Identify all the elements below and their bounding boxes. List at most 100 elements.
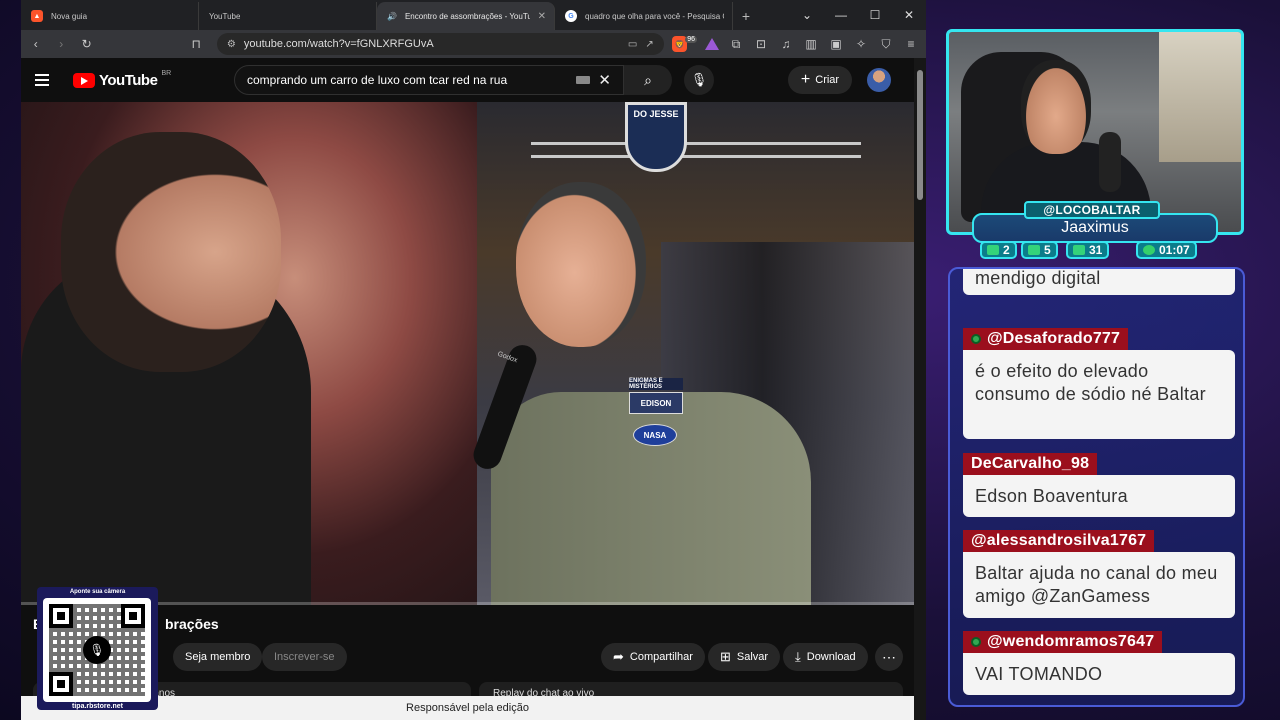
qr-microphone-icon: 🎙 bbox=[83, 636, 111, 664]
tab-active-video[interactable]: ▶ 🔊 Encontro de assombrações - YouTube ✕ bbox=[377, 2, 555, 72]
speaker-icon[interactable]: 🔊 bbox=[387, 12, 397, 21]
tab-new-tab[interactable]: ▲ Nova guia bbox=[21, 2, 199, 30]
tab-google-search[interactable]: G quadro que olha para você - Pesquisa G… bbox=[555, 2, 733, 30]
screenshot-icon[interactable]: ⊡ bbox=[752, 35, 770, 53]
qr-code: 🎙 bbox=[43, 598, 151, 702]
keyboard-icon[interactable] bbox=[576, 76, 591, 84]
extensions-icon[interactable]: ⧉ bbox=[727, 35, 745, 53]
stat-twitch: 31 bbox=[1066, 241, 1110, 259]
chat-icon bbox=[987, 245, 999, 255]
page-scrollbar[interactable] bbox=[914, 58, 926, 720]
country-code: BR bbox=[161, 69, 172, 77]
minimize-icon[interactable]: — bbox=[824, 0, 858, 30]
sidebar-icon[interactable]: ▥ bbox=[802, 35, 820, 53]
share-icon[interactable]: ↗ bbox=[645, 39, 653, 50]
forward-icon[interactable]: › bbox=[52, 35, 69, 53]
create-label: Criar bbox=[815, 74, 840, 86]
bookmark-icon[interactable]: ⊓ bbox=[187, 35, 204, 53]
microphone-icon: 🎙 bbox=[690, 72, 708, 87]
hamburger-menu-icon[interactable] bbox=[35, 74, 55, 86]
cam-microphone bbox=[1099, 132, 1121, 192]
video-interviewee-head bbox=[516, 182, 646, 347]
wallet-icon[interactable]: ▣ bbox=[827, 35, 845, 53]
save-button[interactable]: ⊞ Salvar bbox=[708, 643, 781, 671]
search-query: comprando um carro de luxo com tcar red … bbox=[247, 73, 508, 87]
video-patch-enigmas: ENIGMAS E MISTÉRIOS bbox=[629, 378, 683, 390]
menu-icon[interactable]: ≡ bbox=[902, 35, 920, 53]
qr-caption-bottom: tipa.rbstore.net bbox=[72, 703, 123, 710]
username-text: DeCarvalho_98 bbox=[971, 455, 1090, 472]
maximize-icon[interactable]: ☐ bbox=[858, 0, 892, 30]
address-bar[interactable]: ⚙ youtube.com/watch?v=fGNLXRFGUvA ▭ ↗ bbox=[216, 33, 664, 55]
video-player[interactable]: DO JESSE ENIGMAS E MISTÉRIOS EDISON NASA… bbox=[21, 102, 914, 605]
site-settings-icon[interactable]: ⚙ bbox=[227, 39, 236, 50]
youtube-logo[interactable]: YouTube BR bbox=[73, 69, 172, 89]
chat-message: @wendomramos7647 VAI TOMANDO bbox=[963, 631, 1235, 695]
logo-text: YouTube bbox=[99, 71, 158, 89]
qr-finder bbox=[121, 604, 145, 628]
cam-streamer-head bbox=[1021, 60, 1091, 154]
shields-badge: 96 bbox=[685, 35, 698, 43]
subscribe-button[interactable]: Inscrever-se bbox=[262, 643, 347, 671]
search-icon: ⌕ bbox=[644, 71, 652, 88]
page-title: brações bbox=[165, 616, 219, 632]
streamer-name: Jaaximus bbox=[1061, 219, 1129, 236]
chat-message: DeCarvalho_98 Edson Boaventura bbox=[963, 453, 1235, 517]
stat-value: 01:07 bbox=[1159, 243, 1190, 257]
stat-youtube: 5 bbox=[1021, 241, 1058, 259]
new-tab-button[interactable]: + bbox=[733, 2, 759, 30]
scrollbar-thumb[interactable] bbox=[917, 70, 923, 200]
share-label: Compartilhar bbox=[629, 651, 693, 663]
chat-username: @wendomramos7647 bbox=[963, 631, 1163, 653]
chat-message-text: mendigo digital bbox=[963, 269, 1235, 295]
stat-timer: 01:07 bbox=[1136, 241, 1197, 259]
username-text: @Desaforado777 bbox=[987, 330, 1121, 347]
avatar[interactable] bbox=[867, 68, 891, 92]
qr-finder bbox=[49, 672, 73, 696]
close-tab-icon[interactable]: ✕ bbox=[538, 11, 546, 22]
stat-value: 2 bbox=[1003, 243, 1010, 257]
join-button[interactable]: Seja membro bbox=[173, 643, 263, 671]
music-icon[interactable]: ♫ bbox=[777, 35, 795, 53]
rewards-icon[interactable] bbox=[705, 38, 720, 50]
cast-icon[interactable]: ▭ bbox=[628, 39, 637, 50]
tab-strip: ▲ Nova guia ▶ YouTube ▶ 🔊 Encontro de as… bbox=[21, 0, 926, 72]
stat-value: 31 bbox=[1089, 243, 1103, 257]
more-actions-icon[interactable]: ⋯ bbox=[875, 643, 903, 671]
search-button[interactable]: ⌕ bbox=[624, 65, 672, 95]
banner-text: Responsável pela edição bbox=[406, 702, 529, 714]
save-label: Salvar bbox=[736, 651, 769, 663]
voice-search-button[interactable]: 🎙 bbox=[684, 65, 714, 95]
window-controls: ⌄ — ☐ ✕ bbox=[790, 0, 926, 30]
qr-caption-top: Aponte sua câmera bbox=[69, 589, 126, 595]
streamer-handle: @LOCOBALTAR bbox=[1024, 201, 1160, 219]
dropdown-icon[interactable]: ⌄ bbox=[790, 0, 824, 30]
qr-finder bbox=[49, 604, 73, 628]
tab-title: Nova guia bbox=[51, 11, 88, 21]
brave-icon: ▲ bbox=[31, 10, 43, 22]
tab-youtube[interactable]: ▶ YouTube bbox=[199, 2, 377, 72]
leo-ai-icon[interactable]: ✧ bbox=[852, 35, 870, 53]
cam-background-window bbox=[1159, 32, 1241, 162]
chat-message-text: Baltar ajuda no canal do meu amigo @ZanG… bbox=[963, 552, 1235, 618]
share-button[interactable]: ➦ Compartilhar bbox=[601, 643, 705, 671]
bookmark-add-icon: ⊞ bbox=[720, 649, 731, 664]
clear-search-icon[interactable]: ✕ bbox=[598, 71, 611, 89]
vpn-icon[interactable]: ⛉ bbox=[877, 35, 895, 53]
create-button[interactable]: + Criar bbox=[788, 66, 852, 94]
reload-icon[interactable]: ↻ bbox=[78, 35, 95, 53]
close-window-icon[interactable]: ✕ bbox=[892, 0, 926, 30]
video-patch-name: EDISON bbox=[629, 392, 683, 414]
youtube-badge-icon bbox=[971, 334, 981, 344]
youtube-icon bbox=[1028, 245, 1040, 255]
stat-value: 5 bbox=[1044, 243, 1051, 257]
chat-message-text: Edson Boaventura bbox=[963, 475, 1235, 517]
back-icon[interactable]: ‹ bbox=[27, 35, 44, 53]
browser-toolbar: ‹ › ↻ ⊓ ⚙ youtube.com/watch?v=fGNLXRFGUv… bbox=[21, 30, 926, 58]
download-button[interactable]: ⤓ Download bbox=[783, 643, 868, 671]
tab-title: YouTube bbox=[209, 11, 241, 21]
search-input[interactable]: comprando um carro de luxo com tcar red … bbox=[234, 65, 624, 95]
url-text: youtube.com/watch?v=fGNLXRFGUvA bbox=[243, 38, 434, 50]
youtube-play-icon bbox=[73, 72, 95, 88]
twitch-icon bbox=[1073, 245, 1085, 255]
